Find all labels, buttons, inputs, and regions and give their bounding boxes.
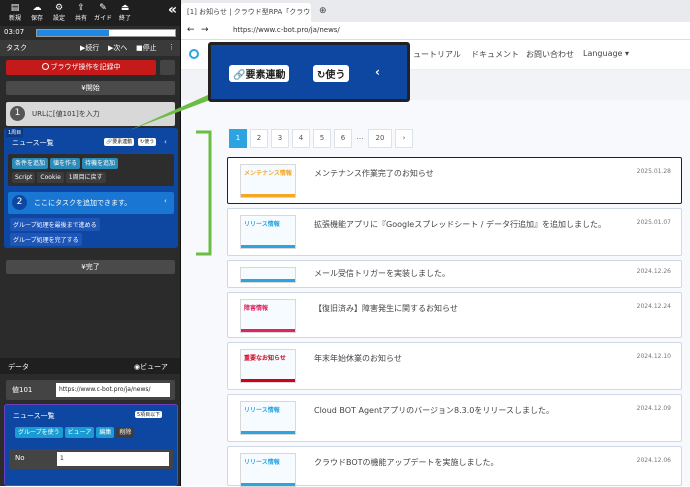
news-thumbnail: リリース情報 xyxy=(240,401,296,435)
thumbnail-stripe xyxy=(241,245,295,248)
news-item[interactable]: リリース情報 Cloud BOT Agentアプリのバージョン8.3.0をリリース… xyxy=(227,394,682,442)
news-title[interactable]: メンテナンス作業完了のお知らせ xyxy=(314,168,434,179)
zoom-element-link-label: 要素連動 xyxy=(245,70,286,81)
thumbnail-label: 障害情報 xyxy=(244,305,269,312)
page-link: … xyxy=(356,133,364,141)
news-thumbnail: 重要なお知らせ xyxy=(240,349,296,383)
news-date: 2024.12.10 xyxy=(636,353,671,360)
thumbnail-stripe xyxy=(241,329,295,332)
page-link[interactable]: 20 xyxy=(368,129,392,148)
news-thumbnail: リリース情報 xyxy=(240,215,296,249)
news-date: 2025.01.07 xyxy=(636,219,671,226)
news-title[interactable]: 年末年始休業のお知らせ xyxy=(314,353,402,364)
news-item[interactable]: メール受信トリガーを実装しました。 2024.12.26 xyxy=(227,260,682,288)
news-title[interactable]: クラウドBOTの機能アップデートを実施しました。 xyxy=(314,457,499,468)
news-title[interactable]: Cloud BOT Agentアプリのバージョン8.3.0をリリースしました。 xyxy=(314,405,554,416)
thumbnail-stripe xyxy=(241,194,295,197)
news-thumbnail xyxy=(240,267,296,283)
page-link[interactable]: 5 xyxy=(313,129,331,148)
news-title[interactable]: メール受信トリガーを実装しました。 xyxy=(314,268,450,279)
news-date: 2025.01.28 xyxy=(636,168,671,175)
news-date: 2024.12.26 xyxy=(636,268,671,275)
thumbnail-label: リリース情報 xyxy=(244,459,280,466)
thumbnail-label: リリース情報 xyxy=(244,407,280,414)
page-current[interactable]: 1 xyxy=(229,129,247,148)
zoom-use-button[interactable]: ↻使う xyxy=(313,65,350,82)
news-title[interactable]: 【復旧済み】障害発生に関するお知らせ xyxy=(314,303,458,314)
link-icon: 🔗 xyxy=(233,70,246,81)
zoom-element-link-button[interactable]: 🔗要素連動 xyxy=(229,65,290,82)
thumbnail-stripe xyxy=(241,279,295,282)
thumbnail-stripe xyxy=(241,379,295,382)
page-link[interactable]: 4 xyxy=(292,129,310,148)
news-item[interactable]: 重要なお知らせ 年末年始休業のお知らせ 2024.12.10 xyxy=(227,342,682,390)
news-thumbnail: メンテナンス情報 xyxy=(240,164,296,198)
news-thumbnail: リリース情報 xyxy=(240,453,296,487)
news-date: 2024.12.24 xyxy=(636,303,671,310)
callout-bracket xyxy=(196,130,212,256)
page-link[interactable]: 3 xyxy=(271,129,289,148)
news-thumbnail: 障害情報 xyxy=(240,299,296,333)
news-item[interactable]: リリース情報 拡張機能アプリに『Googleスプレッドシート / データ行追加』を… xyxy=(227,208,682,256)
page-link[interactable]: › xyxy=(395,129,413,148)
page-link[interactable]: 6 xyxy=(334,129,352,148)
thumbnail-stripe xyxy=(241,431,295,434)
zoom-use-label: 使う xyxy=(325,70,346,81)
news-item[interactable]: リリース情報 クラウドBOTの機能アップデートを実施しました。 2024.12.06 xyxy=(227,446,682,487)
thumbnail-label: リリース情報 xyxy=(244,221,280,228)
thumbnail-label: 重要なお知らせ xyxy=(244,355,286,362)
news-item[interactable]: メンテナンス情報 メンテナンス作業完了のお知らせ 2025.01.28 xyxy=(227,157,682,204)
news-title[interactable]: 拡張機能アプリに『Googleスプレッドシート / データ行追加』を追加しました… xyxy=(314,219,606,230)
news-date: 2024.12.09 xyxy=(636,405,671,412)
news-item[interactable]: 障害情報 【復旧済み】障害発生に関するお知らせ 2024.12.24 xyxy=(227,292,682,338)
page-link[interactable]: 2 xyxy=(250,129,268,148)
thumbnail-label: メンテナンス情報 xyxy=(244,170,292,177)
news-date: 2024.12.06 xyxy=(636,457,671,464)
chevron-left-icon[interactable]: ‹ xyxy=(375,65,380,79)
zoom-callout: 🔗要素連動 ↻使う ‹ xyxy=(208,42,410,102)
